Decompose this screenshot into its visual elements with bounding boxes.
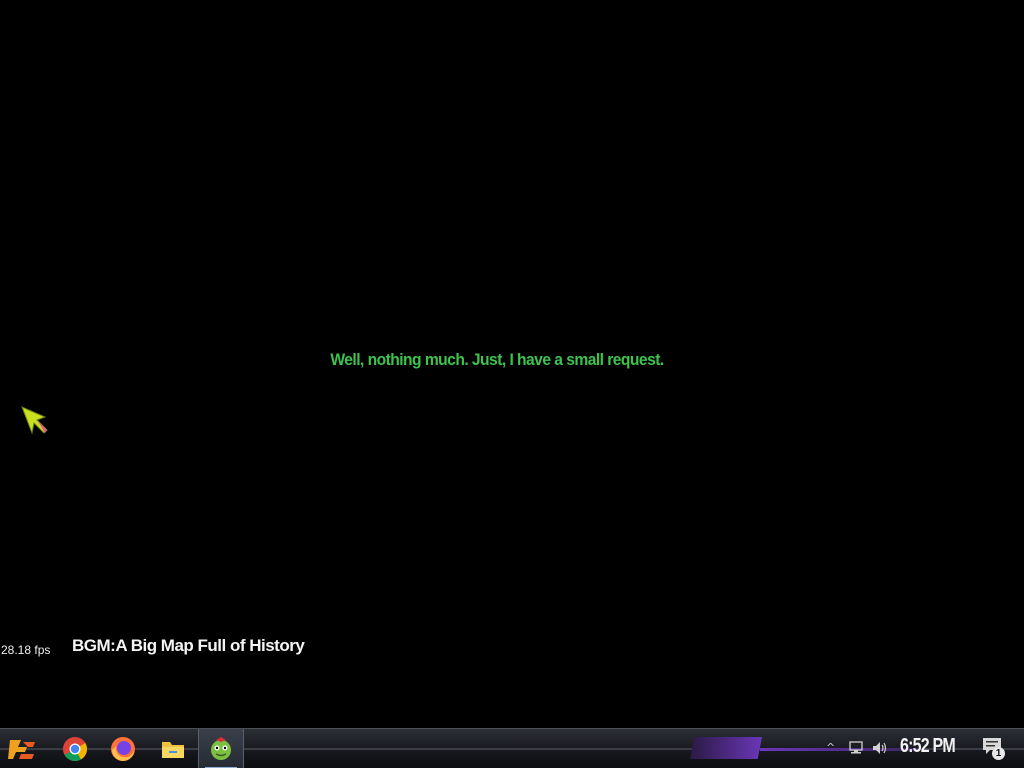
show-hidden-icons-button[interactable]: ^	[826, 741, 835, 754]
firefox-button[interactable]	[107, 733, 139, 765]
zombie-game-icon	[211, 737, 231, 760]
taskbar-accent-line	[760, 748, 920, 751]
game-window[interactable]: Well, nothing much. Just, I have a small…	[0, 0, 1024, 728]
folder-icon	[162, 742, 184, 758]
chrome-button[interactable]	[59, 733, 91, 765]
volume-icon[interactable]	[871, 740, 889, 756]
dialogue-text: Well, nothing much. Just, I have a small…	[330, 350, 664, 369]
file-explorer-button[interactable]	[157, 733, 189, 765]
start-logo-icon	[8, 740, 35, 759]
cursor-icon	[21, 406, 48, 435]
notification-center-button[interactable]: 1	[982, 737, 1006, 761]
taskbar: ^ 6:52 PM 1	[0, 728, 1024, 768]
bgm-label: BGM:A Big Map Full of History	[72, 636, 305, 655]
chrome-icon	[63, 737, 88, 762]
taskbar-accent-bar	[690, 737, 762, 759]
firefox-icon	[111, 737, 135, 761]
notification-count-badge: 1	[992, 747, 1005, 760]
start-button[interactable]	[6, 733, 38, 765]
taskbar-clock[interactable]: 6:52 PM	[900, 735, 956, 758]
game-taskbar-button[interactable]	[198, 729, 244, 768]
fps-counter: 28.18 fps	[1, 643, 51, 657]
network-icon[interactable]	[847, 740, 865, 756]
